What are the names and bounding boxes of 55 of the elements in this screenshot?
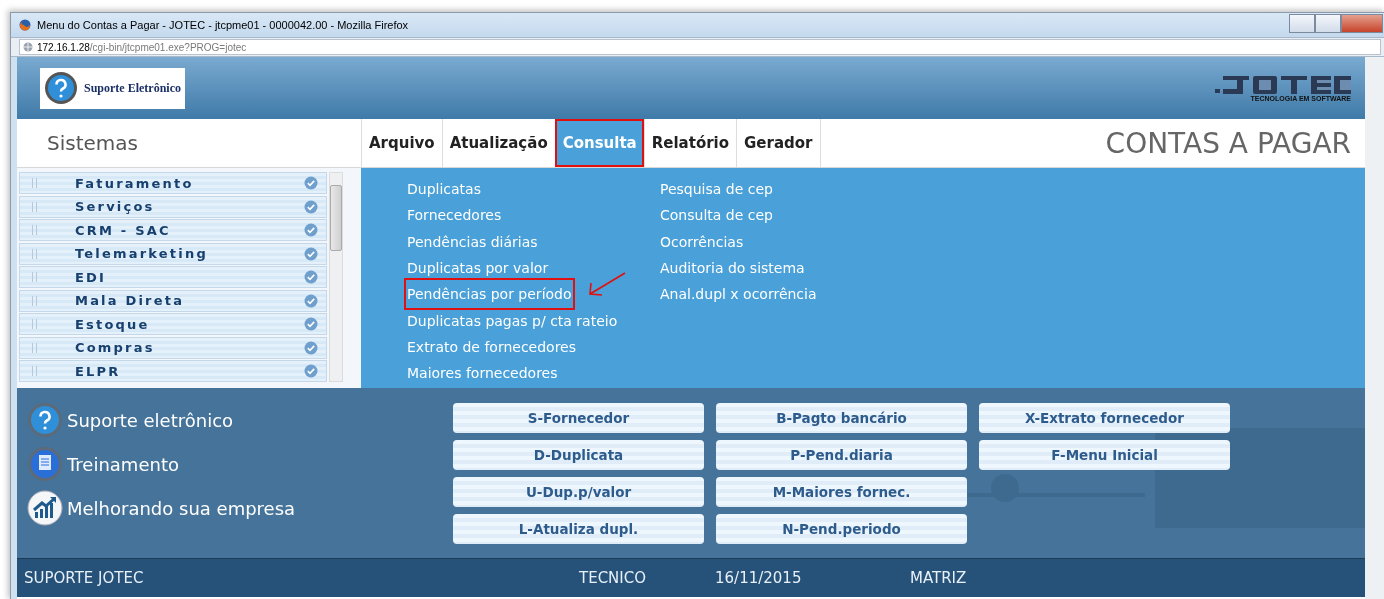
page-scrollbar[interactable] bbox=[1365, 57, 1384, 599]
window-title: Menu do Contas a Pagar - JOTEC - jtcpme01 - 0000042.00 - Mozilla Firefox bbox=[37, 19, 409, 31]
sidebar-item[interactable]: ELPR bbox=[19, 360, 327, 382]
minimize-button[interactable] bbox=[1289, 13, 1315, 33]
question-icon bbox=[44, 71, 78, 105]
shortcut-button[interactable]: N-Pend.periodo bbox=[716, 514, 967, 544]
sidebar-scrollbar[interactable] bbox=[329, 172, 343, 382]
sidebar-item[interactable]: Compras bbox=[19, 336, 327, 359]
shortcut-button[interactable]: M-Maiores fornec. bbox=[716, 477, 967, 507]
sidebar-link[interactable]: Treinamento bbox=[27, 446, 179, 482]
menu-tab[interactable]: Arquivo bbox=[361, 119, 442, 167]
menu-tab[interactable]: Atualização bbox=[441, 119, 555, 167]
close-button[interactable] bbox=[1341, 13, 1383, 33]
maximize-button[interactable] bbox=[1315, 13, 1341, 33]
shortcut-button[interactable]: P-Pend.diaria bbox=[716, 440, 967, 470]
shortcut-button[interactable]: U-Dup.p/valor bbox=[453, 477, 704, 507]
status-text: TECNICO bbox=[579, 569, 647, 587]
sidebar-item[interactable]: Serviços bbox=[19, 195, 327, 218]
sidebar-link[interactable]: Suporte eletrônico bbox=[27, 402, 234, 438]
module-title: CONTAS A PAGAR bbox=[1105, 126, 1351, 160]
firefox-icon bbox=[19, 19, 31, 31]
annotation-arrow bbox=[589, 272, 626, 296]
shortcut-button[interactable]: X-Extrato fornecedor bbox=[979, 403, 1230, 433]
check-icon bbox=[304, 293, 318, 308]
status-text: MATRIZ bbox=[910, 569, 967, 587]
check-icon bbox=[304, 270, 318, 284]
shortcut-button[interactable]: L-Atualiza dupl. bbox=[453, 514, 704, 544]
shortcut-button[interactable]: D-Duplicata bbox=[453, 440, 704, 470]
check-icon bbox=[304, 364, 318, 378]
check-icon bbox=[304, 246, 318, 261]
document-icon bbox=[27, 446, 63, 482]
sidebar-link[interactable]: Melhorando sua empresa bbox=[27, 490, 296, 526]
globe-icon bbox=[23, 42, 33, 52]
address-field[interactable]: 172.16.1.28/cgi-bin/jtcpme01.exe?PROG=jotec bbox=[19, 39, 1381, 55]
check-icon bbox=[304, 176, 318, 190]
check-icon bbox=[304, 317, 318, 331]
question-icon bbox=[27, 402, 63, 438]
menu-tab[interactable]: Gerador bbox=[736, 119, 821, 167]
shortcut-button[interactable]: B-Pagto bancário bbox=[716, 403, 967, 433]
sidebar-item[interactable]: Estoque bbox=[19, 313, 327, 335]
sidebar-item[interactable]: CRM - SAC bbox=[19, 219, 327, 241]
shortcut-button[interactable]: F-Menu Inicial bbox=[979, 440, 1230, 470]
shortcut-button[interactable]: S-Fornecedor bbox=[453, 403, 704, 433]
sidebar-title: Sistemas bbox=[47, 131, 138, 155]
sidebar-item[interactable]: Faturamento bbox=[19, 172, 327, 194]
check-icon bbox=[304, 223, 318, 237]
menu-tab[interactable]: Relatório bbox=[643, 119, 737, 167]
status-text: 16/11/2015 bbox=[715, 569, 802, 587]
check-icon bbox=[304, 199, 318, 214]
support-logo[interactable]: Suporte Eletrônico bbox=[40, 67, 185, 109]
sidebar-item[interactable]: EDI bbox=[19, 266, 327, 288]
status-text: SUPORTE JOTEC bbox=[24, 569, 144, 587]
check-icon bbox=[304, 340, 318, 355]
sidebar-item[interactable]: Telemarketing bbox=[19, 242, 327, 265]
sidebar-item[interactable]: Mala Direta bbox=[19, 289, 327, 312]
